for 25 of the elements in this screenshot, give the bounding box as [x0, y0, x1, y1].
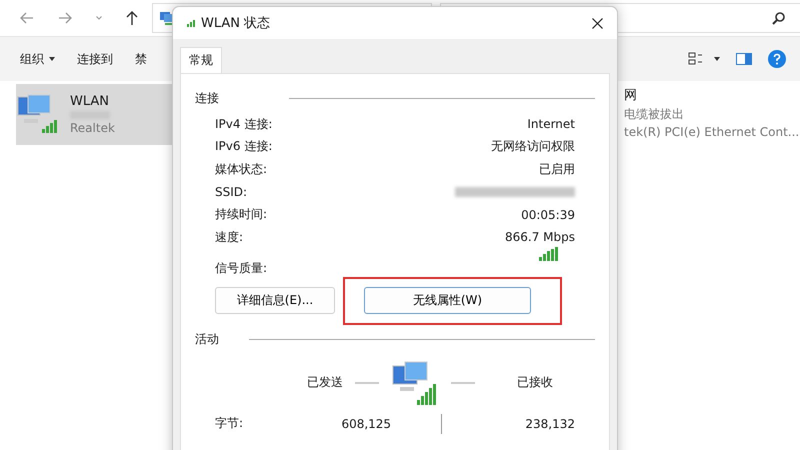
field-label: 持续时间: — [215, 206, 268, 224]
section-heading: 连接 — [195, 90, 219, 107]
adapter-name: WLAN — [70, 94, 110, 109]
field-value: 无网络访问权限 — [491, 138, 575, 156]
adapter-device: Realtek — [70, 121, 115, 135]
field-label: 媒体状态: — [215, 160, 268, 178]
sent-bytes: 608,125 — [340, 416, 392, 431]
field-label: 速度: — [215, 228, 244, 246]
field-value: Internet — [527, 117, 575, 132]
field-label: 信号质量: — [215, 260, 268, 277]
adapter-device: tek(R) PCI(e) Ethernet Cont... — [624, 125, 800, 139]
field-label: IPv4 连接: — [215, 116, 272, 133]
field-label: 字节: — [215, 415, 244, 432]
field-value: 866.7 Mbps — [504, 230, 575, 244]
adapter-status: 电缆被拔出 — [624, 106, 685, 123]
section-heading: 活动 — [195, 330, 219, 348]
field-label: SSID: — [215, 185, 248, 200]
received-label: 已接收 — [517, 374, 553, 392]
field-value: 已启用 — [539, 160, 575, 178]
field-value: 00:05:39 — [521, 208, 575, 222]
sent-label: 已发送 — [307, 374, 343, 392]
field-label: IPv6 连接: — [215, 138, 272, 156]
window-title: WLAN 状态 — [201, 15, 270, 32]
received-bytes: 238,132 — [524, 416, 576, 431]
adapter-name: 网 — [624, 87, 638, 104]
